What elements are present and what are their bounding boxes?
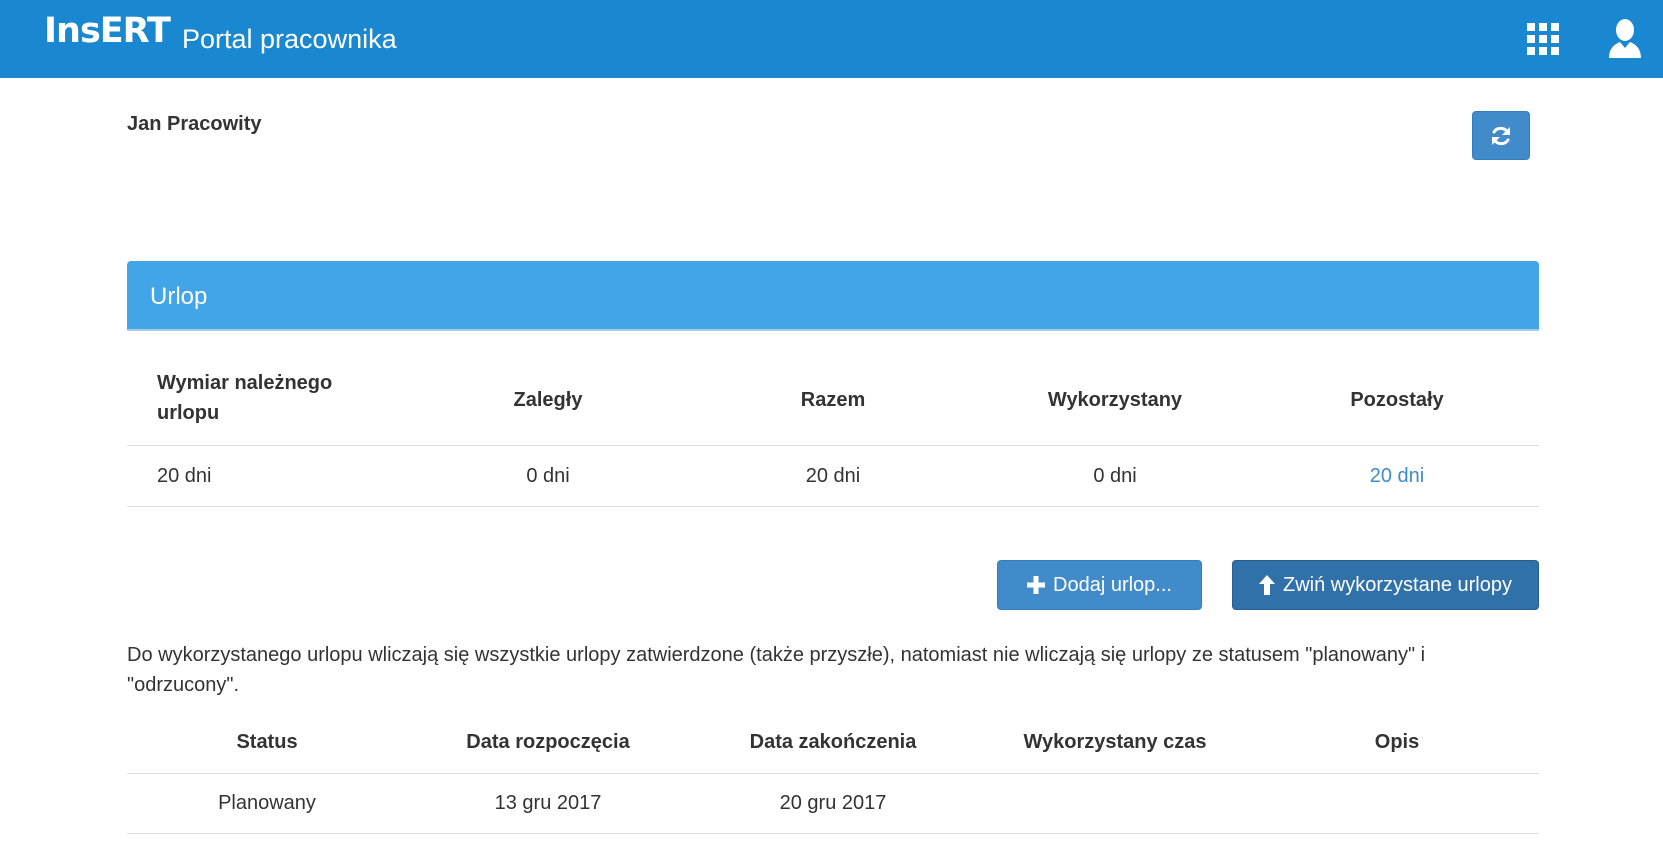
leave-start-date: 13 gru 2017: [494, 792, 602, 814]
panel-heading-urlop: Urlop: [127, 261, 1539, 331]
plus-icon: [1027, 576, 1046, 594]
add-leave-label: Dodaj urlop...: [1053, 573, 1172, 596]
summary-header-remaining: Pozostały: [1350, 389, 1444, 411]
summary-header-used: Wykorzystany: [1047, 389, 1183, 411]
grid-icon[interactable]: [1527, 23, 1560, 56]
summary-bottom-divider: [127, 506, 1539, 507]
summary-header-entitlement: Wymiar należnego urlopu: [157, 372, 333, 424]
user-icon[interactable]: [1607, 18, 1643, 58]
employee-name: Jan Pracowity: [127, 113, 262, 135]
list-header-used-time: Wykorzystany czas: [1023, 731, 1207, 753]
arrow-up-icon: [1259, 575, 1276, 595]
add-leave-button[interactable]: Dodaj urlop...: [997, 560, 1202, 610]
refresh-button[interactable]: [1472, 111, 1530, 160]
summary-header-divider: [127, 445, 1539, 446]
info-note: Do wykorzystanego urlopu wliczają się ws…: [127, 644, 1426, 696]
leave-end-date: 20 gru 2017: [779, 792, 887, 814]
collapse-used-leaves-label: Zwiń wykorzystane urlopy: [1283, 573, 1512, 596]
list-header-start-date: Data rozpoczęcia: [466, 731, 630, 753]
summary-value-entitlement: 20 dni: [157, 465, 212, 487]
summary-value-total: 20 dni: [805, 465, 861, 487]
summary-value-overdue: 0 dni: [526, 465, 570, 487]
refresh-icon: [1492, 126, 1510, 145]
list-row-divider: [127, 833, 1539, 834]
summary-header-total: Razem: [800, 389, 866, 411]
list-header-divider: [127, 773, 1539, 774]
list-header-description: Opis: [1374, 731, 1420, 753]
leave-status: Planowany: [218, 792, 316, 814]
summary-value-used: 0 dni: [1093, 465, 1137, 487]
insert-logo[interactable]: InsERT: [44, 14, 171, 49]
top-bar: InsERT Portal pracownika: [0, 0, 1663, 78]
summary-value-remaining[interactable]: 20 dni: [1277, 461, 1517, 491]
list-header-status: Status: [236, 731, 298, 753]
panel-title: Urlop: [150, 283, 208, 310]
collapse-used-leaves-button[interactable]: Zwiń wykorzystane urlopy: [1232, 560, 1539, 610]
summary-header-overdue: Zaległy: [513, 389, 583, 411]
list-header-end-date: Data zakończenia: [749, 731, 917, 753]
app-title: Portal pracownika: [182, 24, 397, 54]
